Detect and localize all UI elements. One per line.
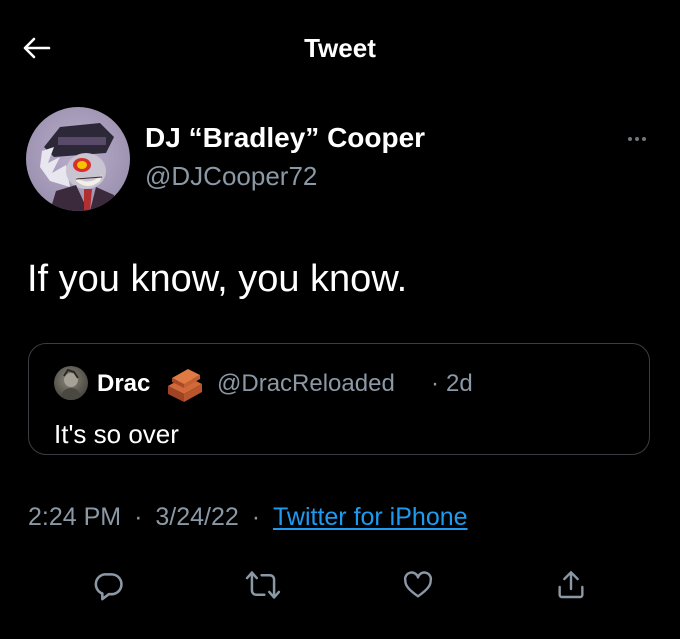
quote-avatar [54, 366, 88, 400]
more-dot-icon [635, 137, 639, 141]
brick-emoji-icon [168, 369, 202, 402]
meta-separator: · [134, 503, 143, 531]
quote-author-name: Drac [97, 370, 151, 397]
quote-timestamp: 2d [446, 370, 473, 397]
tweet-meta: 2:24 PM · 3/24/22 · Twitter for iPhone [28, 503, 468, 532]
avatar-image [40, 123, 118, 211]
share-button[interactable] [551, 565, 591, 605]
back-button[interactable] [18, 30, 54, 66]
like-button[interactable] [398, 565, 438, 605]
quote-avatar-image [60, 368, 82, 400]
meta-separator: · [251, 503, 261, 531]
reply-button[interactable] [88, 565, 128, 605]
more-dot-icon [642, 137, 646, 141]
quote-text: It's so over [54, 419, 179, 449]
quote-separator: · [431, 370, 439, 397]
author-display-name[interactable]: DJ “Bradley” Cooper [145, 122, 425, 154]
like-icon [403, 571, 433, 598]
page-title: Tweet [304, 33, 376, 63]
more-dot-icon [628, 137, 632, 141]
share-icon [558, 571, 584, 599]
back-arrow-icon [23, 37, 51, 59]
retweet-icon [245, 571, 281, 599]
tweet-source-link[interactable]: Twitter for iPhone [273, 503, 468, 532]
reply-icon [94, 573, 123, 601]
avatar[interactable] [26, 107, 130, 211]
quote-author-handle: @DracReloaded [217, 370, 395, 397]
tweet-text: If you know, you know. [27, 258, 408, 300]
tweet-date: 3/24/22 [155, 503, 239, 531]
retweet-button[interactable] [243, 565, 283, 605]
author-handle[interactable]: @DJCooper72 [145, 161, 317, 192]
more-options-button[interactable] [620, 126, 654, 152]
tweet-time: 2:24 PM [28, 503, 122, 531]
